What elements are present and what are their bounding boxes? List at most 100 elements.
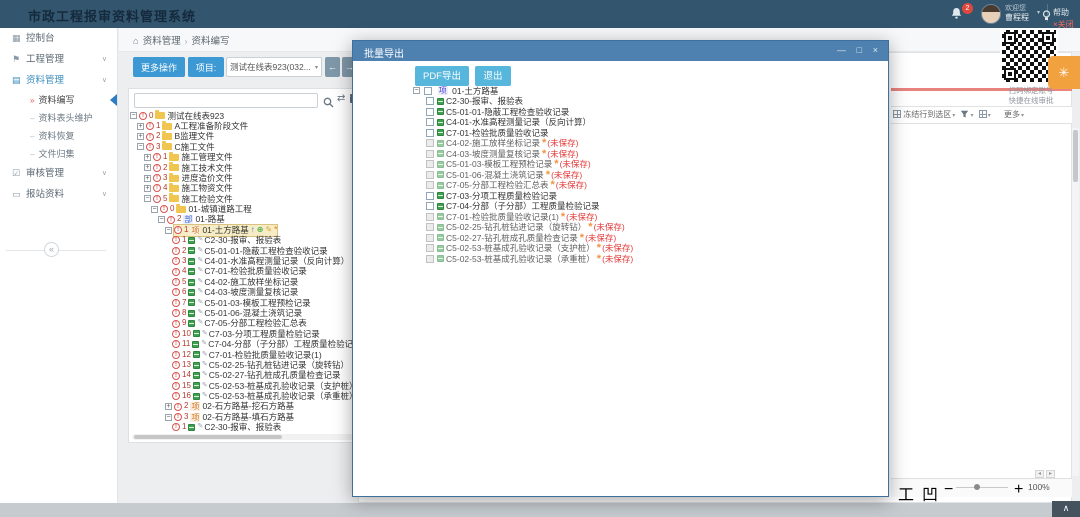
add-icon[interactable]: ⊕ bbox=[257, 225, 264, 235]
exit-button[interactable]: 退出 bbox=[475, 66, 511, 86]
tree-node[interactable]: +!1A工程准备阶段文件 bbox=[130, 120, 354, 130]
tree-node[interactable]: !3✎C4-01-水准高程测量记录（反向计算） bbox=[130, 255, 354, 265]
sidebar-subitem-资料表头维护[interactable]: ‒资料表头维护 bbox=[0, 109, 117, 127]
item-checkbox[interactable] bbox=[426, 223, 434, 231]
tree-node[interactable]: −!1项01-土方路基↑⊕✎* bbox=[130, 224, 354, 234]
tree-node[interactable]: !7✎C5-01-03-模板工程预检记录 bbox=[130, 297, 354, 307]
tree-node[interactable]: !1✎C2-30-报审、报验表 bbox=[130, 235, 354, 245]
zoom-slider[interactable] bbox=[956, 487, 1008, 488]
freeze-label[interactable]: 冻结行到选区 bbox=[903, 110, 951, 119]
maximize-icon[interactable]: □ bbox=[857, 45, 862, 55]
export-tree-item[interactable]: C7-03-分项工程质量检验记录 bbox=[413, 190, 873, 201]
expand-toggle-icon[interactable]: + bbox=[144, 185, 151, 192]
export-tree-item[interactable]: C7-04-分部（子分部）工程质量检验记录 bbox=[413, 201, 873, 212]
collapse-toggle-icon[interactable]: − bbox=[413, 87, 420, 94]
project-select[interactable]: ▾测试在线表923(032... bbox=[226, 57, 322, 77]
item-checkbox[interactable] bbox=[426, 139, 434, 147]
scroll-to-top-button[interactable]: ∧ bbox=[1052, 501, 1080, 517]
tree-node[interactable]: !10✎C7-03-分项工程质量检验记录 bbox=[130, 328, 354, 338]
upload-icon[interactable]: ↑ bbox=[251, 225, 255, 235]
export-tree-item[interactable]: C2-30-报审、报验表 bbox=[413, 96, 873, 107]
tree-node[interactable]: +!2B监理文件 bbox=[130, 131, 354, 141]
filter-icon[interactable] bbox=[960, 110, 969, 119]
collapse-toggle-icon[interactable]: − bbox=[165, 414, 172, 421]
tree-node[interactable]: !9✎C7-05-分部工程检验汇总表 bbox=[130, 318, 354, 328]
collapse-toggle-icon[interactable]: − bbox=[137, 143, 144, 150]
sidebar-item-报站资料[interactable]: ▭报站资料∨ bbox=[0, 184, 117, 205]
caret-icon[interactable]: ▾ bbox=[952, 113, 955, 119]
caret-icon[interactable]: ▾ bbox=[970, 113, 973, 119]
tree-node[interactable]: +!3进度造价文件 bbox=[130, 172, 354, 182]
item-checkbox[interactable] bbox=[426, 160, 434, 168]
caret-icon[interactable]: ▾ bbox=[988, 113, 991, 119]
vertical-scrollbar-thumb[interactable] bbox=[1073, 130, 1078, 182]
item-checkbox[interactable] bbox=[426, 234, 434, 242]
export-tree-item[interactable]: C4-01-水准高程测量记录（反向计算） bbox=[413, 117, 873, 128]
refresh-icon[interactable]: ⇄ bbox=[337, 93, 345, 104]
item-checkbox[interactable] bbox=[426, 192, 434, 200]
modal-header[interactable]: 批量导出 — □ × bbox=[353, 41, 888, 61]
tree-node[interactable]: +!2项02-石方路基-挖石方路基 bbox=[130, 401, 354, 411]
tree-node[interactable]: !11✎C7-04-分部（子分部）工程质量检验记录 bbox=[130, 339, 354, 349]
breadcrumb-section[interactable]: 资料管理 bbox=[143, 36, 181, 47]
item-checkbox[interactable] bbox=[426, 118, 434, 126]
export-tree-item[interactable]: C5-01-06-混凝土浇筑记录*(未保存) bbox=[413, 169, 873, 180]
item-checkbox[interactable] bbox=[426, 244, 434, 252]
tree-node[interactable]: !1✎C2-30-报审、报验表 bbox=[130, 422, 354, 432]
tree-node[interactable]: −!0测试在线表923 bbox=[130, 110, 354, 120]
user-menu[interactable]: 欢迎您 曹程程 bbox=[1005, 4, 1029, 22]
tree-node[interactable]: !6✎C4-03-坡度测量复核记录 bbox=[130, 287, 354, 297]
edit-icon[interactable]: ✎ bbox=[265, 225, 272, 235]
export-tree-item[interactable]: C7-01-检验批质量验收记录 bbox=[413, 127, 873, 138]
export-tree-item[interactable]: C5-02-53-桩基成孔验收记录（支护桩）*(未保存) bbox=[413, 243, 873, 254]
tree-node[interactable]: −!3C施工文件 bbox=[130, 141, 354, 151]
scroll-left-icon[interactable]: ◂ bbox=[1035, 470, 1044, 478]
tree-node[interactable]: !5✎C4-02-施工放样坐标记录 bbox=[130, 276, 354, 286]
collapse-toggle-icon[interactable]: − bbox=[144, 195, 151, 202]
sidebar-item-控制台[interactable]: ▦控制台 bbox=[0, 28, 117, 49]
sidebar-collapse-button[interactable]: « bbox=[44, 242, 59, 257]
item-checkbox[interactable] bbox=[426, 97, 434, 105]
sidebar-subitem-资料编写[interactable]: »资料编写 bbox=[0, 91, 117, 109]
zoom-slider-handle[interactable] bbox=[974, 484, 980, 490]
root-checkbox[interactable] bbox=[424, 87, 432, 95]
expand-toggle-icon[interactable]: + bbox=[137, 123, 144, 130]
item-checkbox[interactable] bbox=[426, 202, 434, 210]
avatar[interactable] bbox=[981, 4, 1001, 24]
more-actions-button[interactable]: 更多操作 bbox=[133, 57, 185, 77]
item-checkbox[interactable] bbox=[426, 255, 434, 263]
tree-node[interactable]: −!001-城镇道路工程 bbox=[130, 204, 354, 214]
export-tree-item[interactable]: C5-02-27-钻孔桩成孔质量检查记录*(未保存) bbox=[413, 232, 873, 243]
tree-node[interactable]: !2✎C5-01-01-隐蔽工程检查验收记录 bbox=[130, 432, 354, 433]
export-tree-item[interactable]: C5-02-25-钻孔桩钻进记录（旋转钻）*(未保存) bbox=[413, 222, 873, 233]
export-tree-item[interactable]: C4-03-坡度测量复核记录*(未保存) bbox=[413, 148, 873, 159]
page-break-icon[interactable]: 凹 bbox=[922, 481, 938, 505]
sidebar-subitem-资料恢复[interactable]: ‒资料恢复 bbox=[0, 127, 117, 145]
item-checkbox[interactable] bbox=[426, 108, 434, 116]
sidebar-item-资料管理[interactable]: ▤资料管理∨ bbox=[0, 70, 117, 91]
sidebar-item-审核管理[interactable]: ☑审核管理∨ bbox=[0, 163, 117, 184]
item-checkbox[interactable] bbox=[426, 171, 434, 179]
tree-node[interactable]: !16✎C5-02-53-桩基成孔验收记录（承重桩） bbox=[130, 391, 354, 401]
tree-node[interactable]: −!5施工检验文件 bbox=[130, 193, 354, 203]
tree-node[interactable]: −!3项02-石方路基-填石方路基 bbox=[130, 411, 354, 421]
item-checkbox[interactable] bbox=[426, 129, 434, 137]
tree-node[interactable]: !12✎C7-01-检验批质量验收记录(1) bbox=[130, 349, 354, 359]
sidebar-item-工程管理[interactable]: ⚑工程管理∨ bbox=[0, 49, 117, 70]
zoom-in-icon[interactable]: + bbox=[1014, 481, 1023, 499]
caret-icon[interactable]: ▾ bbox=[1021, 113, 1024, 119]
minimize-icon[interactable]: — bbox=[837, 45, 846, 55]
collapse-toggle-icon[interactable]: − bbox=[165, 227, 172, 234]
page-layout-icon[interactable]: 工 bbox=[898, 481, 914, 505]
collapse-toggle-icon[interactable]: − bbox=[151, 206, 158, 213]
grid-icon[interactable] bbox=[979, 110, 987, 118]
collapse-toggle-icon[interactable]: − bbox=[158, 216, 165, 223]
export-tree-item[interactable]: C5-01-01-隐蔽工程检查验收记录 bbox=[413, 106, 873, 117]
user-caret-icon[interactable]: ▾ bbox=[1037, 9, 1040, 16]
tree-node[interactable]: !8✎C5-01-06-混凝土浇筑记录 bbox=[130, 307, 354, 317]
tree-search-input[interactable] bbox=[134, 93, 318, 108]
expand-toggle-icon[interactable]: + bbox=[144, 164, 151, 171]
item-checkbox[interactable] bbox=[426, 150, 434, 158]
tree-node[interactable]: −!2部01-路基 bbox=[130, 214, 354, 224]
export-tree-item[interactable]: C4-02-施工放样坐标记录*(未保存) bbox=[413, 138, 873, 149]
